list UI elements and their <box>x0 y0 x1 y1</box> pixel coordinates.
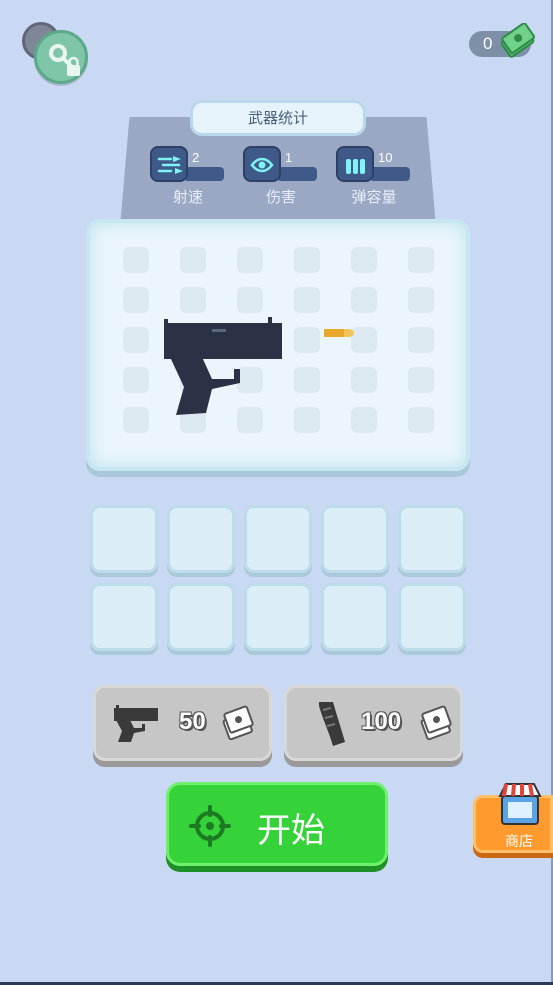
stat-label: 弹容量 <box>351 188 397 206</box>
board-cell <box>237 287 263 313</box>
crosshair-icon <box>189 805 231 847</box>
board-cell <box>123 247 149 273</box>
fire-rate-icon <box>150 146 188 182</box>
currency-amount: 0 <box>483 34 493 53</box>
shop-button-label: 商店 <box>505 834 533 850</box>
inventory-slot[interactable] <box>244 583 312 651</box>
inventory-slot[interactable] <box>321 505 389 573</box>
stat-value: 1 <box>285 150 293 165</box>
inventory-slot[interactable] <box>398 583 466 651</box>
currency-display: 0 <box>469 23 535 58</box>
board-cell <box>294 287 320 313</box>
board-cell <box>351 247 377 273</box>
board-cell <box>123 367 149 393</box>
board-cell <box>351 407 377 433</box>
weapon-preview-board <box>86 219 470 471</box>
board-cell <box>180 247 206 273</box>
damage-icon <box>243 146 281 182</box>
stat-label: 伤害 <box>265 188 296 206</box>
stat-ammo-capacity: 10 弹容量 <box>336 146 416 208</box>
cash-stack-icon <box>420 705 452 741</box>
bullet-model <box>324 329 354 337</box>
buy-magazine-button[interactable]: 100 <box>284 685 463 761</box>
magazine-price: 100 <box>361 708 402 735</box>
inventory-slot[interactable] <box>321 583 389 651</box>
inventory-slot[interactable] <box>167 505 235 573</box>
board-cell <box>351 327 377 353</box>
pistol-model <box>164 317 282 415</box>
shop-button[interactable]: 商店 <box>473 783 553 853</box>
start-button[interactable]: 开始 <box>166 782 388 866</box>
cash-icon <box>501 23 535 58</box>
board-cell <box>123 407 149 433</box>
stat-fire-rate: 2 射速 <box>150 146 230 208</box>
board-cell <box>294 327 320 353</box>
stat-label: 射速 <box>172 188 203 206</box>
inventory-slot[interactable] <box>244 505 312 573</box>
board-cell <box>408 247 434 273</box>
inventory-slot[interactable] <box>398 505 466 573</box>
board-cell <box>408 327 434 353</box>
start-button-label: 开始 <box>257 811 325 851</box>
inventory-slot[interactable] <box>90 505 158 573</box>
stat-bar <box>186 167 224 181</box>
board-cell <box>294 367 320 393</box>
board-cell <box>180 287 206 313</box>
stat-value: 10 <box>378 150 393 165</box>
inventory-slot[interactable] <box>167 583 235 651</box>
stat-bar <box>372 167 410 181</box>
board-cell <box>294 247 320 273</box>
magazine-icon <box>319 702 345 746</box>
board-cell <box>351 367 377 393</box>
ammo-capacity-icon <box>336 146 374 182</box>
board-cell <box>408 367 434 393</box>
pistol-icon <box>114 705 158 742</box>
lock-badge <box>34 30 88 84</box>
board-cell <box>237 247 263 273</box>
stat-value: 2 <box>192 150 200 165</box>
shop-icon <box>498 783 542 825</box>
board-cell <box>408 287 434 313</box>
board-cell <box>123 327 149 353</box>
cash-stack-icon <box>222 705 254 741</box>
board-cell <box>351 287 377 313</box>
inventory-slot[interactable] <box>90 583 158 651</box>
stat-damage: 1 伤害 <box>243 146 323 208</box>
stat-bar <box>279 167 317 181</box>
board-cell <box>294 407 320 433</box>
board-cell <box>408 407 434 433</box>
weapon-stats-title: 武器统计 <box>190 100 366 136</box>
buy-pistol-button[interactable]: 50 <box>93 685 272 761</box>
board-cell <box>123 287 149 313</box>
key-lock-icon <box>49 44 80 76</box>
pistol-price: 50 <box>179 708 206 735</box>
settings-button[interactable] <box>22 22 88 84</box>
